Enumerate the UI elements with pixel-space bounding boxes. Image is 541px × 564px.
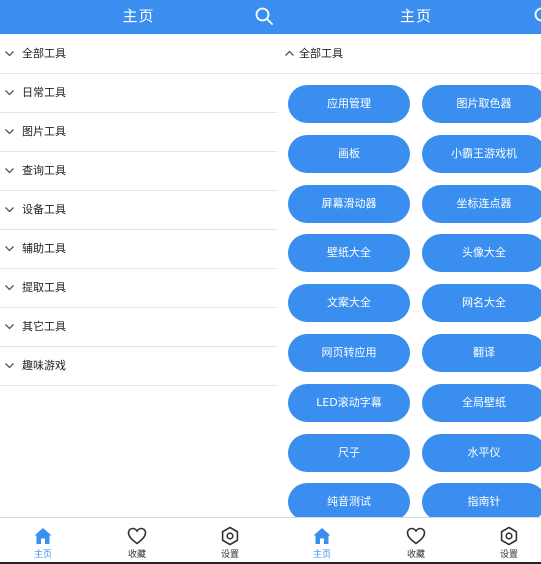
home-icon [34, 528, 52, 544]
tool-button[interactable]: 翻译 [422, 334, 541, 372]
category-label: 趣味游戏 [22, 359, 66, 372]
category-row[interactable]: 全部工具 [0, 35, 277, 74]
home-screen-collapsed: 主页 全部工具 日常工具 图片工具 查询工具 设备工具 辅助工具 提取工具 其它工具 趣味游戏 … [0, 0, 277, 564]
tool-button[interactable]: 纯音测试 [288, 483, 410, 522]
tool-button[interactable]: 应用管理 [288, 85, 410, 123]
nav-home-label: 主页 [33, 550, 52, 560]
tool-button[interactable]: 坐标连点器 [422, 184, 541, 223]
nav-settings-label: 设置 [499, 550, 518, 560]
nav-home-label: 主页 [312, 550, 331, 560]
tool-button[interactable]: 尺子 [288, 433, 410, 472]
category-label: 图片工具 [22, 125, 66, 138]
chevron-down-icon [5, 363, 14, 369]
nav-home[interactable]: 主页 [287, 518, 357, 564]
category-label: 日常工具 [22, 86, 66, 99]
category-row[interactable]: 其它工具 [0, 308, 277, 347]
top-app-bar: 主页 [277, 0, 541, 34]
chevron-down-icon [5, 207, 14, 213]
nav-favorites[interactable]: 收藏 [381, 518, 451, 564]
category-row[interactable]: 辅助工具 [0, 230, 277, 269]
heart-icon [127, 527, 147, 545]
page-title: 主页 [399, 7, 432, 25]
page-title: 主页 [122, 7, 155, 25]
tool-button[interactable]: 壁纸大全 [288, 234, 410, 273]
nav-favorites-label: 收藏 [127, 550, 146, 560]
nav-home[interactable]: 主页 [8, 518, 78, 564]
tool-button[interactable]: 网页转应用 [288, 334, 410, 372]
chevron-down-icon [5, 168, 14, 174]
tool-button[interactable]: 水平仪 [422, 433, 541, 472]
bottom-navigation: 主页 收藏 设置 [277, 517, 541, 564]
search-icon[interactable] [254, 6, 274, 26]
category-label: 查询工具 [22, 164, 66, 177]
tool-button[interactable]: 小霸王游戏机 [422, 134, 541, 173]
home-screen-expanded: 主页 全部工具 应用管理 图片取色器 画板 小霸王游戏机 屏幕滑动器 坐标连点器 壁纸大全头… [277, 0, 541, 564]
settings-icon [500, 526, 518, 546]
category-label: 辅助工具 [22, 242, 66, 255]
nav-settings[interactable]: 设置 [474, 518, 541, 564]
nav-settings-label: 设置 [220, 550, 239, 560]
category-row[interactable]: 提取工具 [0, 269, 277, 308]
category-row[interactable]: 查询工具 [0, 152, 277, 191]
tool-button[interactable]: 文案大全 [288, 284, 410, 323]
bottom-navigation: 主页 收藏 设置 [0, 517, 277, 564]
section-label: 全部工具 [299, 47, 343, 60]
chevron-up-icon [285, 50, 294, 56]
chevron-down-icon [5, 246, 14, 252]
tool-button[interactable]: LED滚动字幕 [288, 383, 410, 422]
nav-settings[interactable]: 设置 [195, 518, 265, 564]
tool-button[interactable]: 网名大全 [422, 284, 541, 323]
section-header-all-tools[interactable]: 全部工具 [277, 35, 541, 73]
category-row[interactable]: 设备工具 [0, 191, 277, 230]
chevron-down-icon [5, 51, 14, 57]
nav-favorites-label: 收藏 [406, 550, 425, 560]
settings-icon [221, 526, 239, 546]
chevron-down-icon [5, 90, 14, 96]
tool-button[interactable]: 头像大全 [422, 234, 541, 273]
tool-button[interactable]: 屏幕滑动器 [288, 184, 410, 223]
home-icon [313, 528, 331, 544]
section-divider [277, 73, 541, 74]
tool-button[interactable]: 画板 [288, 134, 410, 173]
category-label: 提取工具 [22, 281, 66, 294]
search-icon[interactable] [533, 6, 541, 26]
chevron-down-icon [5, 129, 14, 135]
tool-button[interactable]: 全局壁纸 [422, 383, 541, 422]
nav-favorites[interactable]: 收藏 [102, 518, 172, 564]
chevron-down-icon [5, 285, 14, 291]
category-row[interactable]: 图片工具 [0, 113, 277, 152]
category-row[interactable]: 日常工具 [0, 74, 277, 113]
category-row[interactable]: 趣味游戏 [0, 347, 277, 386]
chevron-down-icon [5, 324, 14, 330]
category-label: 全部工具 [22, 47, 66, 60]
top-app-bar: 主页 [0, 0, 277, 34]
tool-button[interactable]: 图片取色器 [422, 85, 541, 123]
heart-icon [406, 527, 426, 545]
tool-button[interactable]: 指南针 [422, 483, 541, 522]
category-label: 设备工具 [22, 203, 66, 216]
category-label: 其它工具 [22, 320, 66, 333]
